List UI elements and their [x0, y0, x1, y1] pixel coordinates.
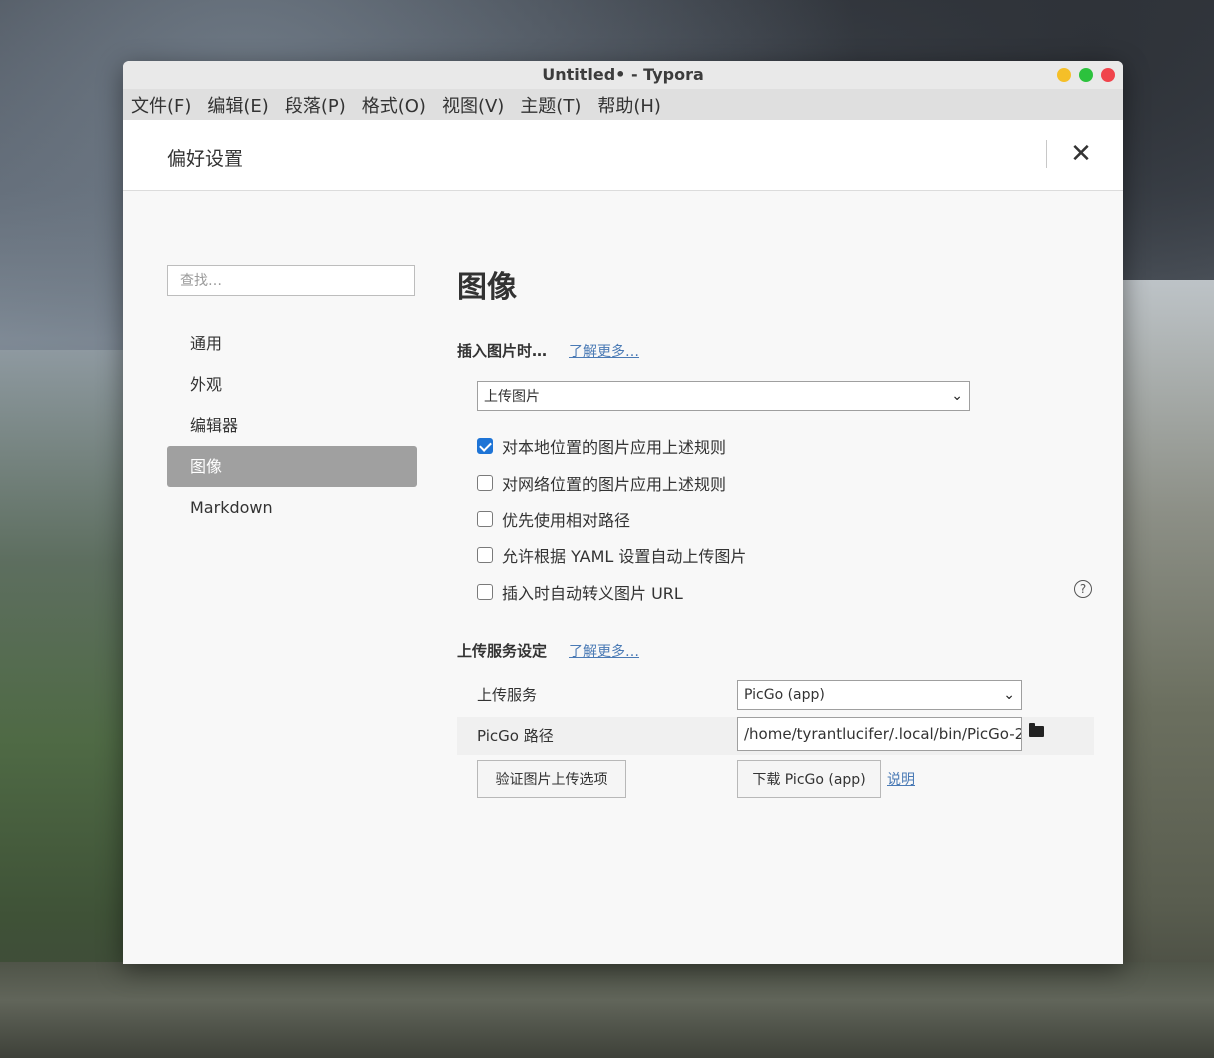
checkbox[interactable]	[477, 547, 493, 563]
typora-window: Untitled• - Typora 文件(F) 编辑(E) 段落(P) 格式(…	[123, 61, 1123, 964]
header-divider	[1046, 140, 1047, 168]
checkbox[interactable]	[477, 584, 493, 600]
menu-format[interactable]: 格式(O)	[362, 92, 426, 118]
sidebar-item-appearance[interactable]: 外观	[167, 364, 417, 405]
chevron-down-icon: ⌄	[1003, 687, 1015, 703]
option-label: 允许根据 YAML 设置自动上传图片	[502, 547, 747, 566]
chevron-down-icon: ⌄	[951, 388, 963, 404]
sidebar-nav: 通用 外观 编辑器 图像 Markdown	[167, 323, 417, 528]
menu-bar: 文件(F) 编辑(E) 段落(P) 格式(O) 视图(V) 主题(T) 帮助(H…	[123, 89, 1123, 120]
insert-image-heading: 插入图片时…	[457, 342, 548, 360]
menu-paragraph[interactable]: 段落(P)	[285, 92, 346, 118]
sidebar-item-editor[interactable]: 编辑器	[167, 405, 417, 446]
download-picgo-button[interactable]: 下载 PicGo (app)	[737, 760, 881, 798]
option-yaml-upload[interactable]: 允许根据 YAML 设置自动上传图片	[477, 543, 746, 567]
insert-learn-more-link[interactable]: 了解更多…	[569, 341, 639, 361]
insert-action-select[interactable]: 上传图片 ⌄	[477, 381, 970, 411]
sidebar-item-general[interactable]: 通用	[167, 323, 417, 364]
upload-service-label: 上传服务	[477, 686, 538, 704]
close-icon[interactable]: ✕	[1067, 138, 1095, 170]
option-label: 插入时自动转义图片 URL	[502, 584, 683, 603]
picgo-path-input[interactable]: /home/tyrantlucifer/.local/bin/PicGo-2.	[737, 717, 1022, 751]
window-controls	[1057, 68, 1115, 82]
upload-service-heading: 上传服务设定	[457, 642, 548, 660]
title-bar[interactable]: Untitled• - Typora	[123, 61, 1123, 89]
insert-action-value: 上传图片	[484, 389, 540, 405]
section-title: 图像	[457, 270, 517, 305]
option-relative-path[interactable]: 优先使用相对路径	[477, 507, 630, 531]
sidebar-item-image[interactable]: 图像	[167, 446, 417, 487]
upload-service-select[interactable]: PicGo (app) ⌄	[737, 680, 1022, 710]
option-label: 对网络位置的图片应用上述规则	[502, 475, 727, 494]
help-icon[interactable]: ?	[1074, 580, 1092, 598]
window-title: Untitled• - Typora	[542, 65, 704, 84]
upload-learn-more-link[interactable]: 了解更多…	[569, 641, 639, 661]
menu-theme[interactable]: 主题(T)	[520, 92, 581, 118]
option-escape-url[interactable]: 插入时自动转义图片 URL	[477, 580, 683, 604]
desktop-background-right	[1119, 280, 1214, 1058]
menu-help[interactable]: 帮助(H)	[597, 92, 661, 118]
upload-service-value: PicGo (app)	[744, 687, 825, 703]
folder-icon[interactable]	[1029, 723, 1044, 737]
desktop-background-bottom	[0, 962, 1214, 1058]
sidebar-item-markdown[interactable]: Markdown	[167, 487, 417, 528]
menu-view[interactable]: 视图(V)	[442, 92, 504, 118]
checkbox[interactable]	[477, 438, 493, 454]
picgo-path-label: PicGo 路径	[477, 727, 554, 745]
verify-upload-button[interactable]: 验证图片上传选项	[477, 760, 626, 798]
menu-file[interactable]: 文件(F)	[131, 92, 191, 118]
close-window-button[interactable]	[1101, 68, 1115, 82]
maximize-button[interactable]	[1079, 68, 1093, 82]
search-input[interactable]	[167, 265, 415, 296]
option-local-images[interactable]: 对本地位置的图片应用上述规则	[477, 434, 726, 458]
preferences-header: 偏好设置 ✕	[123, 120, 1123, 191]
checkbox[interactable]	[477, 475, 493, 491]
option-label: 优先使用相对路径	[502, 511, 631, 530]
preferences-title: 偏好设置	[167, 148, 244, 170]
option-label: 对本地位置的图片应用上述规则	[502, 438, 727, 457]
option-network-images[interactable]: 对网络位置的图片应用上述规则	[477, 471, 726, 495]
desktop-background-left	[0, 350, 140, 1058]
documentation-link[interactable]: 说明	[887, 769, 915, 789]
menu-edit[interactable]: 编辑(E)	[207, 92, 268, 118]
checkbox[interactable]	[477, 511, 493, 527]
minimize-button[interactable]	[1057, 68, 1071, 82]
